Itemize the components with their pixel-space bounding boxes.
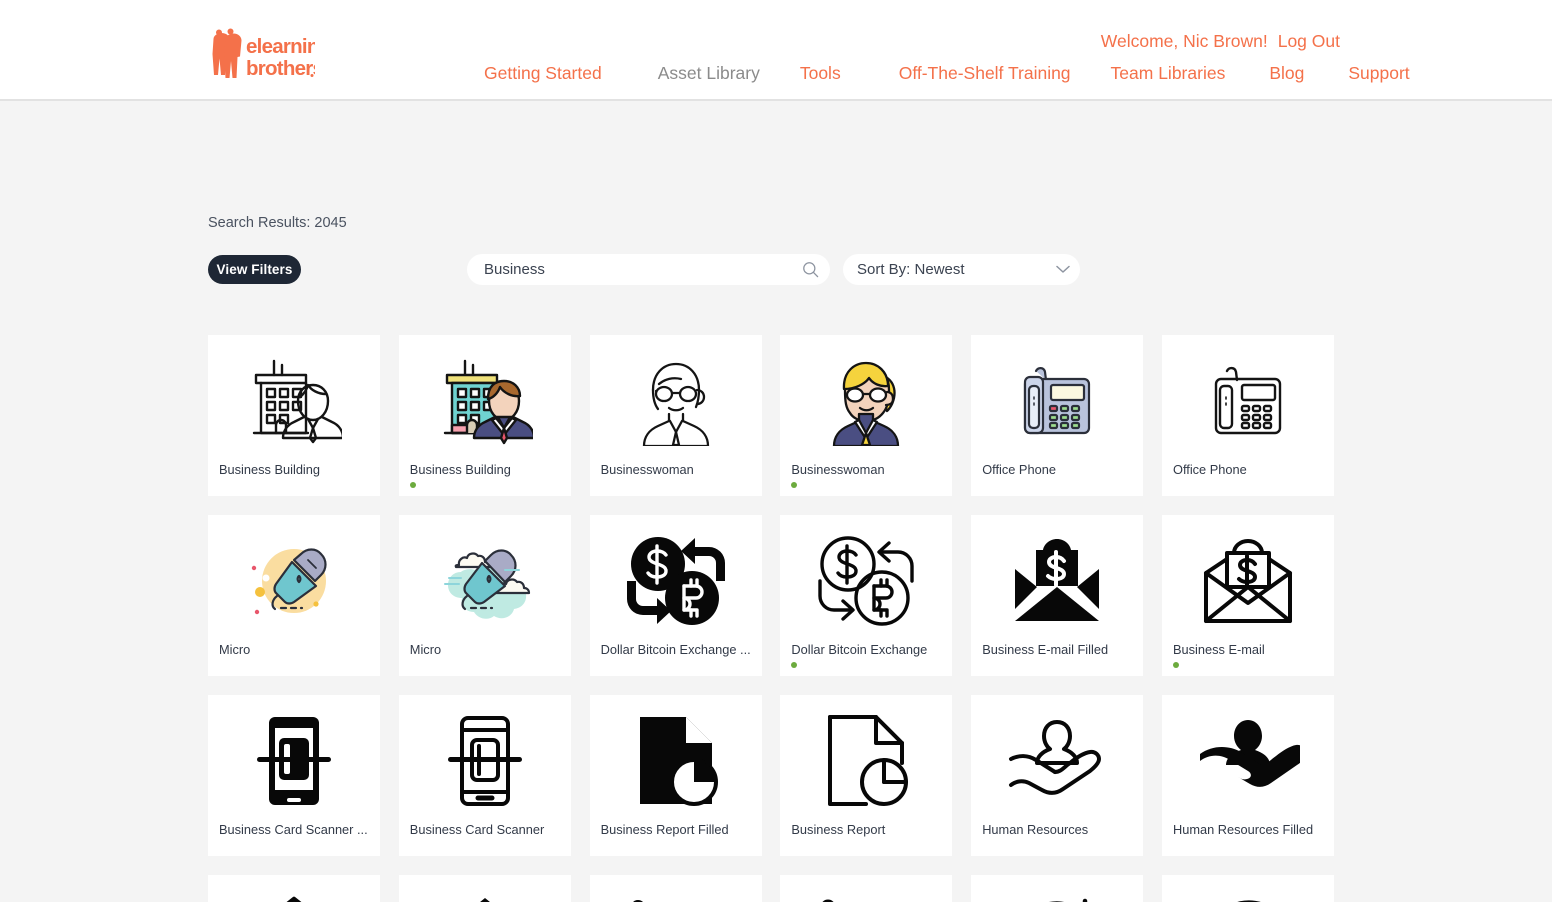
asset-card[interactable]: Businesswoman	[589, 335, 762, 496]
color-variant-dot	[1172, 662, 1179, 668]
asset-grid: Business Building Business Building Busi…	[208, 335, 1344, 902]
asset-card-label: Dollar Bitcoin Exchange	[791, 642, 928, 657]
asset-card[interactable]: Business Card Scanner	[398, 695, 571, 856]
nav-item-team-libraries[interactable]: Team Libraries	[1111, 63, 1226, 84]
office-phone-color-icon	[971, 345, 1143, 457]
logo-text-line2: brothers	[246, 57, 315, 80]
asset-card-label: Business E-mail Filled	[982, 642, 1109, 657]
route-arrow-outline-icon	[780, 885, 952, 902]
color-variant-dot	[409, 482, 416, 488]
asset-card-label: Business Card Scanner ...	[219, 822, 368, 837]
smart-home-outline-icon	[208, 885, 380, 902]
asset-card[interactable]	[1161, 875, 1334, 902]
account-bar: Welcome, Nic Brown! Log Out	[1101, 31, 1340, 52]
content-area: Search Results: 2045 View Filters Sort B…	[0, 101, 1552, 902]
business-email-outline-icon	[1162, 525, 1334, 637]
asset-card[interactable]: Business E-mail	[1161, 515, 1334, 676]
logout-link[interactable]: Log Out	[1278, 31, 1340, 52]
color-variant-dot	[791, 662, 798, 668]
dollar-bitcoin-exchange-filled-icon	[590, 525, 762, 637]
asset-card[interactable]: Business E-mail Filled	[971, 515, 1144, 676]
chevron-down-icon	[1046, 265, 1080, 274]
search-input[interactable]	[467, 254, 790, 285]
microphone-circle-color-icon	[208, 525, 380, 637]
smart-home-filled-icon	[399, 885, 571, 902]
asset-card-label: Dollar Bitcoin Exchange ...	[600, 642, 751, 657]
nav-item-blog[interactable]: Blog	[1269, 63, 1304, 84]
asset-card[interactable]	[780, 875, 953, 902]
view-filters-button[interactable]: View Filters	[208, 254, 301, 284]
search-icon	[802, 262, 818, 278]
asset-card[interactable]: Business Report	[780, 695, 953, 856]
asset-card[interactable]: Business Card Scanner ...	[208, 695, 380, 856]
businesswoman-color-icon	[780, 345, 952, 457]
filter-toolbar: View Filters	[208, 254, 301, 284]
asset-card[interactable]: Human Resources Filled	[1161, 695, 1334, 856]
building-person-color-icon	[399, 345, 571, 457]
sort-dropdown[interactable]: Sort By: Newest	[843, 254, 1080, 285]
dollar-bitcoin-exchange-outline-icon	[780, 525, 952, 637]
asset-card[interactable]: Dollar Bitcoin Exchange	[780, 515, 953, 676]
businesswoman-outline-icon	[590, 345, 762, 457]
asset-card[interactable]: Micro	[208, 515, 380, 676]
search-box[interactable]	[467, 254, 830, 285]
nav-item-getting-started[interactable]: Getting Started	[484, 63, 602, 84]
asset-card[interactable]	[208, 875, 380, 902]
asset-card-label: Business E-mail	[1172, 642, 1265, 657]
search-results-count: Search Results: 2045	[208, 215, 347, 231]
asset-card[interactable]: Human Resources	[971, 695, 1144, 856]
business-report-filled-icon	[590, 705, 762, 817]
business-email-filled-icon	[971, 525, 1143, 637]
asset-card-label: Business Report	[791, 822, 886, 837]
asset-card-label: Office Phone	[1172, 462, 1247, 477]
asset-card[interactable]	[398, 875, 571, 902]
asset-card[interactable]: Office Phone	[971, 335, 1144, 496]
asset-card-label: Business Building	[409, 462, 511, 477]
microphone-cloud-color-icon	[399, 525, 571, 637]
asset-card-label: Office Phone	[982, 462, 1056, 477]
office-phone-outline-icon	[1162, 345, 1334, 457]
logo-text-line1: elearning	[246, 35, 315, 58]
elearning-brothers-logo[interactable]: elearning brothers	[207, 27, 331, 85]
building-person-outline-icon	[208, 345, 380, 457]
asset-card[interactable]: Business Building	[208, 335, 380, 496]
asset-card-label: Business Card Scanner	[409, 822, 545, 837]
welcome-text: Welcome, Nic Brown!	[1100, 31, 1268, 51]
asset-card[interactable]: Micro	[398, 515, 571, 676]
asset-card-label: Businesswoman	[791, 462, 885, 477]
asset-card[interactable]: Businesswoman	[780, 335, 953, 496]
asset-card-label: Business Report Filled	[600, 822, 729, 837]
route-arrow-filled-icon	[590, 885, 762, 902]
asset-card[interactable]: Office Phone	[1161, 335, 1334, 496]
search-button[interactable]	[790, 254, 830, 285]
nav-item-support[interactable]: Support	[1348, 63, 1409, 84]
asset-card[interactable]	[971, 875, 1144, 902]
sort-dropdown-label: Sort By: Newest	[857, 261, 965, 278]
human-resources-outline-icon	[971, 705, 1143, 817]
asset-card[interactable]: Business Building	[398, 335, 571, 496]
nav-item-off-the-shelf-training[interactable]: Off-The-Shelf Training	[899, 63, 1071, 84]
card-scanner-filled-icon	[208, 705, 380, 817]
asset-card[interactable]: Business Report Filled	[589, 695, 762, 856]
business-report-outline-icon	[780, 705, 952, 817]
nav-item-asset-library[interactable]: Asset Library	[658, 63, 760, 84]
asset-card[interactable]: Dollar Bitcoin Exchange ...	[589, 515, 762, 676]
asset-card-label: Micro	[219, 642, 251, 657]
asset-card-label: Human Resources	[982, 822, 1089, 837]
asset-card-label: Human Resources Filled	[1172, 822, 1314, 837]
nav-item-tools[interactable]: Tools	[800, 63, 841, 84]
site-header: elearning brothers Welcome, Nic Brown! L…	[0, 0, 1552, 101]
asset-card-label: Micro	[409, 642, 442, 657]
dollar-refresh-filled-icon	[1162, 885, 1334, 902]
dollar-refresh-outline-icon	[971, 885, 1143, 902]
main-navigation: Getting Started Asset Library Tools Off-…	[484, 63, 1410, 84]
asset-card-label: Business Building	[219, 462, 321, 477]
human-resources-filled-icon	[1162, 705, 1334, 817]
color-variant-dot	[791, 482, 798, 488]
asset-card[interactable]	[589, 875, 762, 902]
logo-artwork: elearning brothers	[212, 28, 331, 80]
card-scanner-outline-icon	[399, 705, 571, 817]
asset-card-label: Businesswoman	[600, 462, 694, 477]
